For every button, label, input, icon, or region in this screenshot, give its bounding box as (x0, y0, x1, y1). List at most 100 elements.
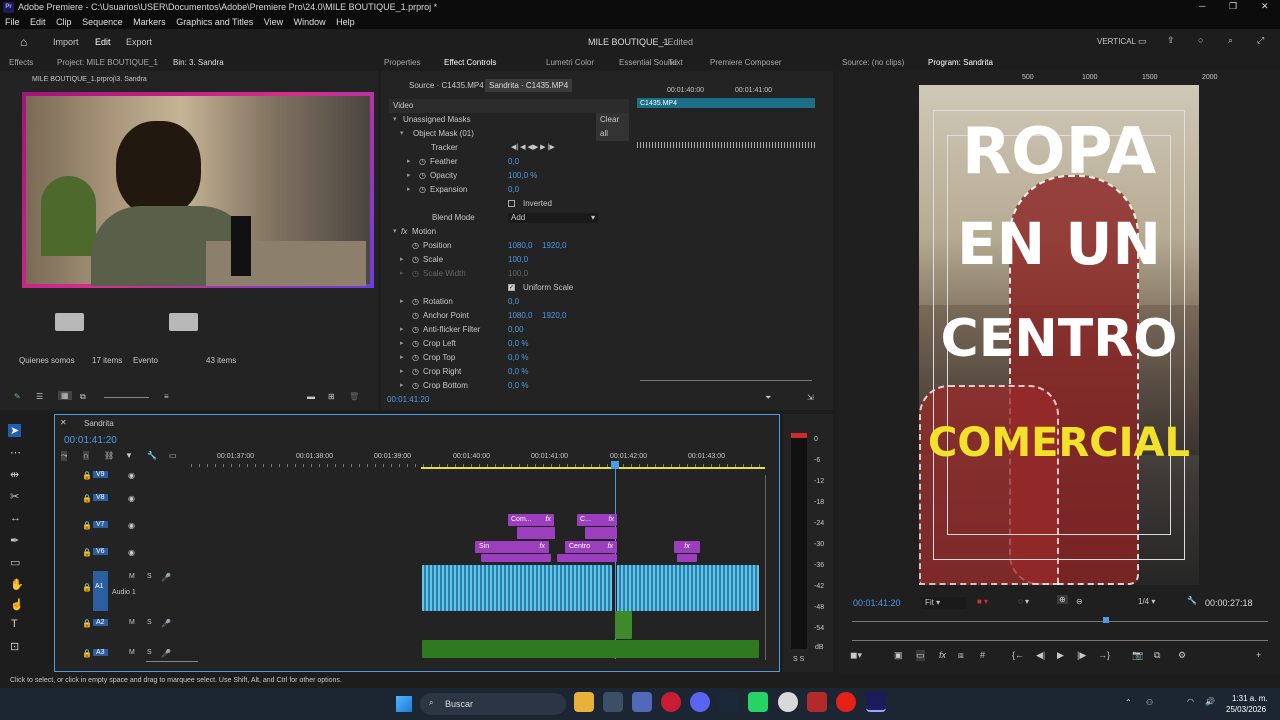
blend-mode-select[interactable]: Add ▾ (508, 213, 598, 223)
taskbar-time[interactable]: 1:31 a. m. (1232, 694, 1268, 703)
track-label-a1[interactable]: A1 (93, 571, 108, 611)
fullscreen-icon[interactable]: ⤢ (1257, 35, 1264, 46)
lock-icon[interactable]: 🔒 (82, 649, 92, 658)
ec-zoom-scrollbar[interactable] (640, 380, 812, 381)
uniform-scale-checkbox[interactable]: ✓ (508, 284, 515, 291)
program-timecode[interactable]: 00:01:41:20 (853, 598, 901, 608)
timeline-ruler[interactable]: 00:01:37:00 00:01:38:00 00:01:39:00 00:0… (191, 451, 765, 471)
file-explorer-icon[interactable] (574, 692, 594, 712)
program-video-frame[interactable]: ROPA EN UN CENTRO COMERCIAL (919, 85, 1199, 585)
eye-icon[interactable]: ◉ (128, 521, 135, 530)
stopwatch-icon[interactable]: ◷ (412, 351, 419, 365)
type-tool-icon[interactable]: T (11, 618, 18, 630)
clip-v6-lower[interactable] (481, 554, 551, 562)
timeline-horizontal-scrollbar[interactable] (146, 661, 198, 662)
stopwatch-icon[interactable]: ◷ (419, 155, 426, 169)
folder-icon[interactable] (169, 313, 198, 331)
menu-help[interactable]: Help (336, 17, 355, 27)
crop-left-value[interactable]: 0,0 % (508, 337, 528, 351)
chevron-right-icon[interactable]: ▸ (400, 295, 408, 305)
program-zoom-bar[interactable] (852, 640, 1268, 641)
chevron-right-icon[interactable]: ▸ (407, 169, 415, 179)
clip-com[interactable]: Com... fx (508, 514, 554, 526)
premiere-taskbar-icon[interactable] (866, 692, 886, 712)
stopwatch-icon[interactable]: ◷ (419, 169, 426, 183)
chevron-down-icon[interactable]: ▾ (400, 127, 408, 137)
lock-icon[interactable]: 🔒 (82, 548, 92, 557)
menu-edit[interactable]: Edit (30, 17, 46, 27)
caption-tool-icon[interactable]: ⊡ (10, 640, 19, 653)
new-item-icon[interactable]: ⊞ (328, 392, 335, 401)
volume-icon[interactable]: 🔊 (1205, 697, 1215, 706)
export-frame-icon[interactable]: ⇲ (807, 393, 814, 402)
home-icon[interactable]: ⌂ (20, 35, 27, 49)
solo-button[interactable]: S (147, 573, 152, 580)
step-back-icon[interactable]: {← (1012, 650, 1024, 660)
mic-icon[interactable]: 🎤 (161, 649, 171, 658)
hand-tool-icon[interactable]: ✋ (10, 578, 24, 591)
track-label-v8[interactable]: V8 (93, 494, 108, 501)
close-button[interactable]: ✕ (1261, 1, 1269, 12)
clip-centro[interactable]: Centro fx (565, 541, 617, 553)
freeform-view-icon[interactable]: ⧉ (80, 392, 86, 402)
bin-name-2[interactable]: Evento (133, 356, 158, 365)
add-icon[interactable]: ⊕ (1057, 595, 1068, 604)
audio-clip-a1-left[interactable] (422, 565, 612, 611)
clip-v7-lower-2[interactable] (585, 527, 617, 539)
add-button-icon[interactable]: + (1256, 650, 1261, 660)
eye-icon[interactable]: ◉ (128, 471, 135, 480)
import-tab[interactable]: Import (53, 37, 79, 47)
chevron-down-icon[interactable]: ▾ (393, 225, 401, 235)
bin-name-1[interactable]: Quienes somos (19, 356, 75, 365)
safe-margins-icon[interactable]: ▭ (916, 650, 925, 661)
chevron-right-icon[interactable]: ▸ (400, 323, 408, 333)
fit-select[interactable]: Fit ▾ (922, 597, 966, 609)
youtube-icon[interactable] (836, 692, 856, 712)
new-bin-icon[interactable]: ▬ (307, 392, 315, 401)
edit-tab[interactable]: Edit (95, 37, 111, 47)
crop-right-value[interactable]: 0,0 % (508, 365, 528, 379)
stopwatch-icon[interactable]: ◷ (412, 379, 419, 389)
expansion-value[interactable]: 0,0 (508, 183, 519, 197)
stopwatch-icon[interactable]: ◷ (419, 183, 426, 197)
tab-bin[interactable]: Bin: 3. Sandra (173, 54, 224, 71)
tab-program[interactable]: Program: Sandrita (928, 54, 993, 71)
chevron-right-icon[interactable]: ▸ (400, 337, 408, 347)
track-label-a2[interactable]: A2 (93, 619, 108, 626)
tray-chevron-icon[interactable]: ⌃ (1125, 698, 1132, 707)
prev-frame-icon[interactable]: ◀| (1036, 650, 1045, 661)
tab-project[interactable]: Project: MILE BOUTIQUE_1 (57, 54, 158, 71)
filter-icon[interactable]: ⏷ (765, 393, 771, 403)
play-button[interactable]: ▶ (1057, 650, 1064, 661)
crop-bottom-value[interactable]: 0,0 % (508, 379, 528, 389)
marker-icon[interactable]: ◼▾ (850, 650, 862, 661)
scale-value[interactable]: 100,0 (508, 253, 528, 267)
remove-icon[interactable]: ⊖ (1076, 597, 1083, 606)
stopwatch-icon[interactable]: ◷ (412, 323, 419, 337)
timeline-vertical-scrollbar[interactable] (765, 475, 766, 660)
inverted-checkbox[interactable] (508, 200, 515, 207)
sort-icon[interactable]: ≡ (164, 392, 169, 401)
bin-preview-thumbnail[interactable] (22, 92, 374, 288)
tab-properties[interactable]: Properties (384, 54, 420, 71)
workspace-layout[interactable]: VERTICAL (1097, 37, 1136, 46)
network-icon[interactable]: ⚇ (1146, 698, 1153, 707)
menu-view[interactable]: View (264, 17, 283, 27)
chevron-down-icon[interactable]: ▾ (393, 113, 401, 123)
lock-icon[interactable]: 🔒 (82, 521, 92, 530)
chevron-right-icon[interactable]: ▸ (400, 379, 408, 389)
chevron-right-icon[interactable]: ▸ (400, 253, 408, 263)
panel-icon[interactable]: ▭ (1138, 36, 1147, 47)
tracker-controls[interactable]: ◀| ◀ ◀▶ ▶ |▶ (511, 141, 555, 155)
track-label-v7[interactable]: V7 (93, 521, 108, 528)
settings-icon[interactable]: ⚙ (1178, 650, 1186, 661)
color-select[interactable]: ■ ▾ (977, 597, 988, 606)
comparison-icon[interactable]: ▣ (894, 650, 903, 661)
menu-window[interactable]: Window (294, 17, 326, 27)
lock-icon[interactable]: 🔒 (82, 583, 92, 592)
eye-icon[interactable]: ◉ (128, 494, 135, 503)
menu-sequence[interactable]: Sequence (82, 17, 123, 27)
mask-tool-icon[interactable]: ◌ ▾ (1018, 597, 1029, 606)
search-icon[interactable]: ⌕ (1228, 35, 1233, 46)
snap-icon[interactable]: ⤳ (61, 451, 68, 461)
